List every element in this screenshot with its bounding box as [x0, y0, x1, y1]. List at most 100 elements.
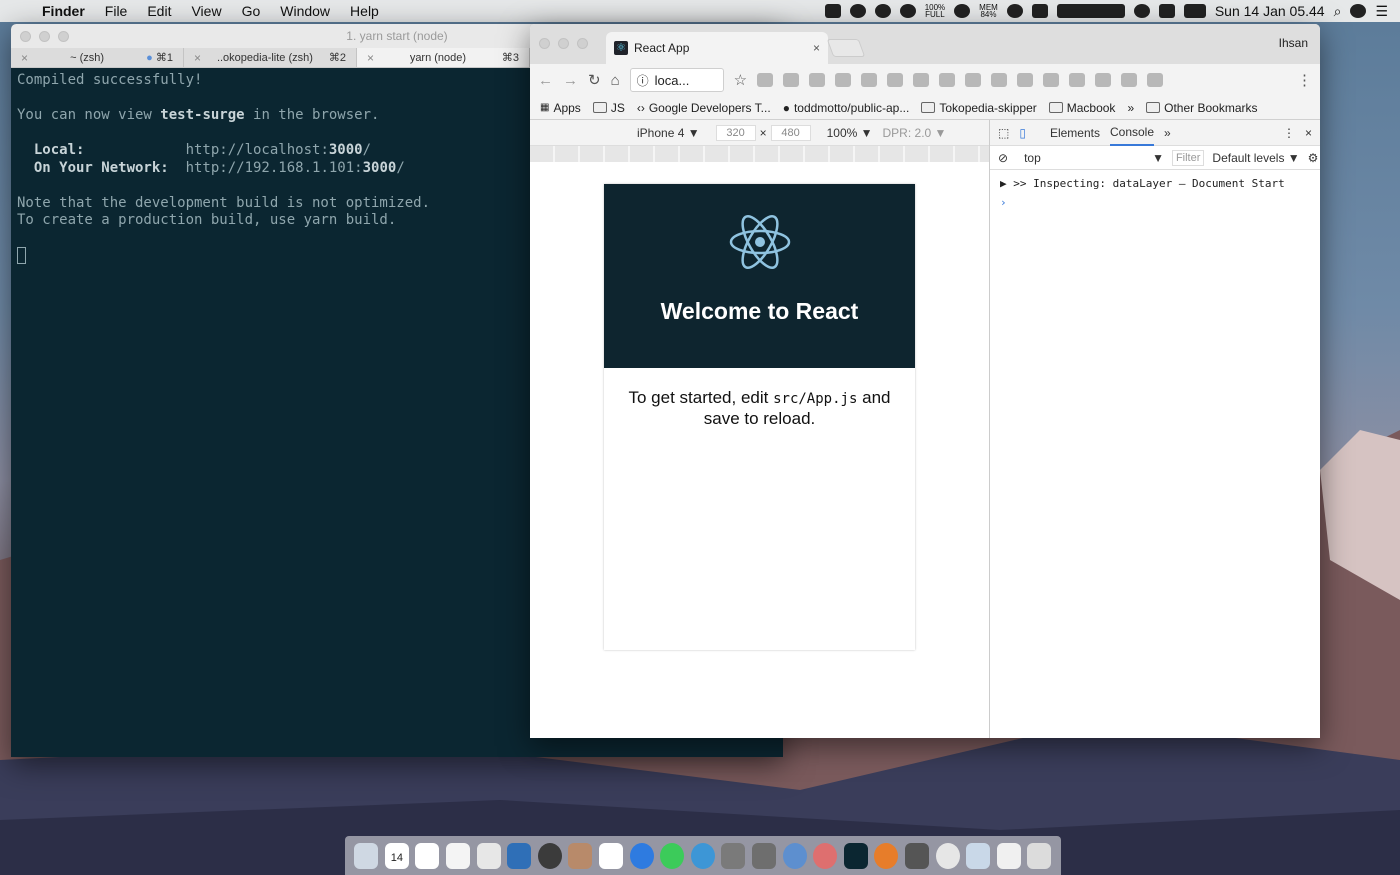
more-tabs-button[interactable]: » — [1164, 126, 1171, 140]
console-filter-input[interactable]: Filter — [1171, 149, 1205, 166]
menu-help[interactable]: Help — [340, 3, 389, 19]
bookmark-js[interactable]: JS — [592, 101, 625, 115]
finder-dock-icon[interactable] — [354, 842, 379, 869]
extension-icon[interactable] — [1147, 73, 1164, 87]
close-tab-icon[interactable]: × — [813, 41, 820, 55]
extension-icon[interactable] — [757, 73, 774, 87]
extension-icon[interactable] — [861, 73, 878, 87]
close-button[interactable] — [20, 31, 31, 42]
spotify-dock-icon[interactable] — [537, 842, 562, 869]
device-toggle-icon[interactable]: ▯ — [1019, 126, 1026, 140]
reload-icon[interactable]: ↻ — [588, 71, 601, 89]
extension-icon[interactable] — [887, 73, 904, 87]
flickr-dock-icon[interactable] — [813, 842, 838, 869]
tweetbot-dock-icon[interactable] — [966, 842, 991, 869]
menu-window[interactable]: Window — [270, 3, 340, 19]
terminal-tab-2[interactable]: × ..okopedia-lite (zsh) ⌘2 — [184, 48, 357, 67]
tab-console[interactable]: Console — [1109, 120, 1155, 146]
profile-name[interactable]: Ihsan — [1279, 36, 1308, 50]
tray-eye-icon[interactable] — [954, 4, 971, 18]
trash-dock-icon[interactable] — [1027, 842, 1052, 869]
emulated-viewport[interactable]: Welcome to React To get started, edit sr… — [604, 184, 915, 650]
zoom-select[interactable]: 100% ▼ — [827, 126, 873, 140]
menu-clock[interactable]: Sun 14 Jan 05.44 — [1215, 3, 1325, 19]
media-query-ruler[interactable] — [530, 146, 989, 162]
minimize-button[interactable] — [558, 38, 569, 49]
sequel-dock-icon[interactable] — [568, 842, 593, 869]
tray-bird-icon[interactable] — [1031, 4, 1048, 18]
tray-shield-icon[interactable] — [1006, 4, 1023, 18]
bookmark-macbook[interactable]: Macbook — [1048, 101, 1115, 115]
menu-dots-icon[interactable]: ⋮ — [1297, 71, 1312, 89]
extension-icon[interactable] — [1121, 73, 1138, 87]
bookmark-tokopedia[interactable]: Tokopedia-skipper — [921, 101, 1037, 115]
close-button[interactable] — [539, 38, 550, 49]
firefox-dock-icon[interactable] — [874, 842, 899, 869]
extension-icon[interactable] — [809, 73, 826, 87]
tray-globe-icon[interactable] — [874, 4, 891, 18]
telegram-dock-icon[interactable] — [690, 842, 715, 869]
zoom-button[interactable] — [577, 38, 588, 49]
tray-stats-icon[interactable] — [1056, 4, 1125, 18]
calendar-dock-icon[interactable]: 14 — [384, 842, 409, 869]
context-dropdown-icon[interactable]: ▼ — [1152, 151, 1164, 165]
menu-view[interactable]: View — [181, 3, 231, 19]
expand-arrow-icon[interactable]: ▶ — [1000, 177, 1013, 190]
battery-icon[interactable] — [1183, 4, 1206, 18]
extension-icon[interactable] — [913, 73, 930, 87]
tab-elements[interactable]: Elements — [1050, 126, 1100, 140]
console-message[interactable]: ▶ >> Inspecting: dataLayer – Document St… — [1000, 174, 1310, 193]
tray-app-icon[interactable] — [824, 4, 841, 18]
wifi-icon[interactable] — [1158, 4, 1175, 18]
vscode-dock-icon[interactable] — [507, 842, 532, 869]
whatsapp-dock-icon[interactable] — [660, 842, 685, 869]
levels-select[interactable]: Default levels ▼ — [1212, 151, 1299, 165]
safari-dock-icon[interactable] — [782, 842, 807, 869]
notification-center-icon[interactable]: ☰ — [1375, 3, 1388, 20]
extension-icon[interactable] — [835, 73, 852, 87]
forward-icon[interactable]: → — [563, 72, 578, 89]
menu-app-name[interactable]: Finder — [38, 3, 95, 19]
bookmarks-overflow[interactable]: » — [1127, 101, 1134, 115]
tray-chat-icon[interactable] — [849, 4, 866, 18]
extension-icon[interactable] — [1017, 73, 1034, 87]
terminal-dock-icon[interactable] — [843, 842, 868, 869]
notes-dock-icon[interactable] — [415, 842, 440, 869]
bookmark-google-developers[interactable]: ‹› Google Developers T... — [637, 101, 771, 115]
appstore-dock-icon[interactable] — [629, 842, 654, 869]
close-tab-icon[interactable]: × — [367, 51, 374, 65]
bookmark-toddmotto[interactable]: ● toddmotto/public-ap... — [783, 101, 910, 115]
minimize-button[interactable] — [39, 31, 50, 42]
dpr-select[interactable]: DPR: 2.0 ▼ — [883, 126, 947, 140]
accessibility-icon[interactable] — [1133, 4, 1150, 18]
sequel-pro-dock-icon[interactable] — [721, 842, 746, 869]
devtools-menu-icon[interactable]: ⋮ — [1283, 126, 1295, 140]
extension-icon[interactable] — [783, 73, 800, 87]
preview-dock-icon[interactable] — [476, 842, 501, 869]
tray-battery-status[interactable]: 100% FULL — [925, 4, 945, 19]
back-icon[interactable]: ← — [538, 72, 553, 89]
downloads-dock-icon[interactable] — [996, 842, 1021, 869]
extension-icon[interactable] — [939, 73, 956, 87]
extension-icon[interactable] — [1043, 73, 1060, 87]
browser-tab-react-app[interactable]: ⚛ React App × — [606, 32, 828, 64]
close-tab-icon[interactable]: × — [194, 51, 201, 65]
menu-file[interactable]: File — [95, 3, 138, 19]
bookmark-star-icon[interactable]: ☆ — [734, 71, 747, 89]
close-tab-icon[interactable]: × — [21, 51, 28, 65]
extension-icon[interactable] — [1069, 73, 1086, 87]
clear-console-icon[interactable]: ⊘ — [998, 151, 1008, 165]
extension-icon[interactable] — [965, 73, 982, 87]
spotlight-icon[interactable]: ⌕ — [1334, 3, 1342, 20]
bookmark-apps[interactable]: ▦ Apps — [540, 101, 581, 115]
console-prompt[interactable]: › — [1000, 193, 1310, 212]
chrome-dock-icon[interactable] — [935, 842, 960, 869]
bookmark-other[interactable]: Other Bookmarks — [1146, 101, 1258, 115]
extension-icon[interactable] — [1095, 73, 1112, 87]
terminal-tab-1[interactable]: × ~ (zsh) ● ⌘1 — [11, 48, 184, 67]
zoom-button[interactable] — [58, 31, 69, 42]
menu-go[interactable]: Go — [232, 3, 271, 19]
home-icon[interactable]: ⌂ — [611, 72, 620, 89]
console-settings-icon[interactable]: ⚙ — [1308, 151, 1319, 165]
info-icon[interactable]: ⓘ — [637, 72, 649, 89]
